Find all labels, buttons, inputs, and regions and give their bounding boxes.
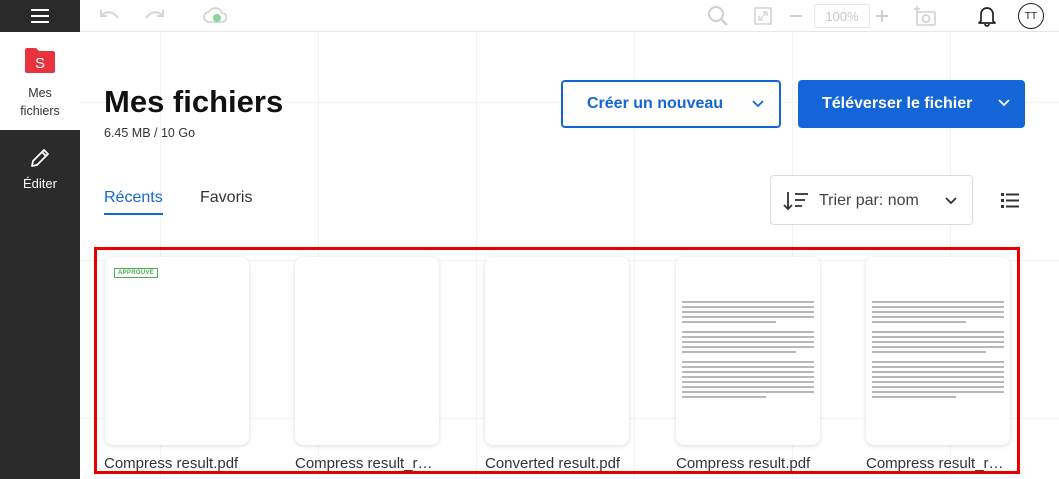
app-logo-icon: S	[25, 48, 55, 73]
zoom-out-button[interactable]	[786, 5, 806, 27]
fit-page-button[interactable]	[752, 5, 774, 27]
minus-icon	[790, 15, 802, 17]
tab-favorites[interactable]: Favoris	[200, 189, 252, 207]
cloud-sync-icon	[203, 7, 227, 23]
redo-icon	[145, 10, 164, 19]
upload-file-button[interactable]: Téléverser le fichier	[798, 80, 1025, 128]
add-image-button[interactable]	[912, 5, 938, 27]
chevron-down-icon	[998, 99, 1010, 107]
page-title: Mes fichiers	[104, 84, 284, 119]
list-view-button[interactable]	[1000, 191, 1020, 214]
chevron-down-icon	[945, 197, 957, 205]
pencil-icon	[31, 149, 49, 167]
zoom-level-input[interactable]: 100%	[814, 4, 870, 28]
sort-icon	[783, 192, 808, 211]
sidebar-item-my-files-label: Mes fichiers	[0, 84, 80, 120]
expand-icon	[754, 7, 772, 25]
selection-highlight	[94, 247, 1020, 474]
zoom-in-button[interactable]	[872, 5, 892, 27]
list-view-icon	[1001, 193, 1019, 208]
sidebar-item-edit[interactable]: Éditer	[0, 140, 80, 200]
plus-icon	[876, 10, 888, 22]
user-avatar[interactable]: TT	[1018, 3, 1044, 29]
sort-dropdown[interactable]: Trier par: nom	[770, 175, 973, 225]
chevron-down-icon	[752, 100, 764, 108]
sort-label: Trier par: nom	[819, 192, 919, 209]
sidebar: S Mes fichiers Éditer	[0, 0, 80, 479]
notifications-button[interactable]	[976, 5, 998, 27]
create-new-button[interactable]: Créer un nouveau	[561, 80, 781, 128]
sidebar-item-edit-label: Éditer	[23, 176, 57, 191]
undo-icon	[100, 10, 119, 19]
sidebar-item-my-files[interactable]: S Mes fichiers	[0, 32, 80, 130]
storage-usage: 6.45 MB / 10 Go	[104, 126, 196, 140]
search-icon	[708, 6, 728, 26]
create-new-label: Créer un nouveau	[587, 95, 724, 112]
hamburger-menu-button[interactable]	[0, 0, 80, 32]
hamburger-icon	[31, 9, 49, 23]
search-button[interactable]	[706, 5, 730, 27]
camera-plus-icon	[914, 6, 936, 26]
top-toolbar: 100% TT	[80, 0, 1059, 32]
redo-button[interactable]	[142, 5, 166, 27]
logo-letter: S	[35, 55, 45, 72]
tab-recent[interactable]: Récents	[104, 189, 163, 215]
bell-icon	[978, 7, 996, 27]
sidebar-label-line1: Mes	[28, 86, 52, 100]
sidebar-label-line2: fichiers	[20, 104, 60, 118]
cloud-sync-button[interactable]	[202, 5, 228, 27]
upload-file-label: Téléverser le fichier	[822, 95, 973, 112]
undo-button[interactable]	[98, 5, 122, 27]
